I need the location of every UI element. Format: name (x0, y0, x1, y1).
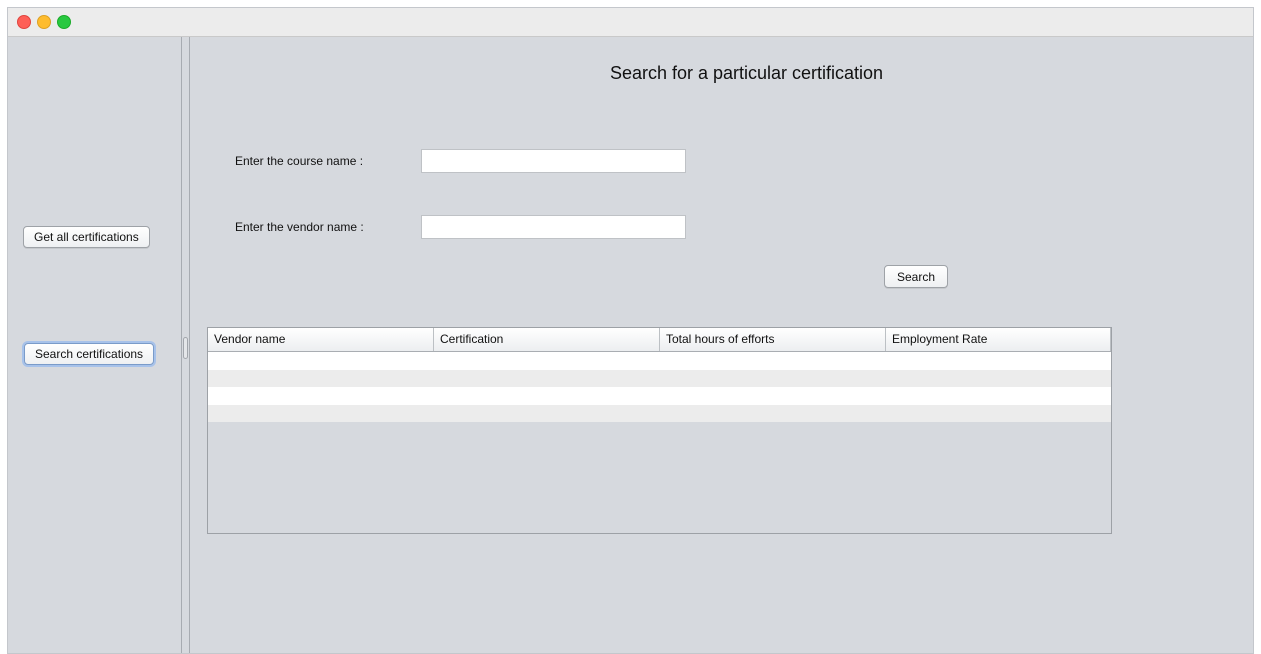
minimize-window-button[interactable] (37, 15, 51, 29)
certifications-table: Vendor name Certification Total hours of… (207, 327, 1112, 534)
table-row[interactable] (208, 369, 1111, 387)
vendor-name-label: Enter the vendor name : (235, 220, 364, 234)
split-pane-divider[interactable] (181, 37, 190, 653)
column-header-vendor-name[interactable]: Vendor name (208, 328, 434, 351)
maximize-window-button[interactable] (57, 15, 71, 29)
divider-grip-handle[interactable] (183, 337, 188, 359)
course-name-input[interactable] (421, 149, 686, 173)
course-name-label: Enter the course name : (235, 154, 364, 168)
column-header-employment-rate[interactable]: Employment Rate (886, 328, 1111, 351)
get-all-certifications-button[interactable]: Get all certifications (23, 226, 150, 248)
close-window-button[interactable] (17, 15, 31, 29)
title-bar (8, 8, 1253, 37)
main-panel: Search for a particular certification En… (190, 37, 1253, 653)
column-header-certification[interactable]: Certification (434, 328, 660, 351)
window-content: Get all certifications Search certificat… (8, 37, 1253, 653)
table-header: Vendor name Certification Total hours of… (208, 328, 1111, 352)
sidebar: Get all certifications Search certificat… (8, 37, 181, 653)
page-title: Search for a particular certification (609, 63, 884, 83)
vendor-name-input[interactable] (421, 215, 686, 239)
column-header-total-hours[interactable]: Total hours of efforts (660, 328, 886, 351)
search-button[interactable]: Search (884, 265, 949, 288)
table-row[interactable] (208, 387, 1111, 405)
table-row[interactable] (208, 352, 1111, 370)
search-certifications-button[interactable]: Search certifications (24, 343, 155, 365)
table-row[interactable] (208, 404, 1111, 422)
app-window: Get all certifications Search certificat… (7, 7, 1254, 654)
